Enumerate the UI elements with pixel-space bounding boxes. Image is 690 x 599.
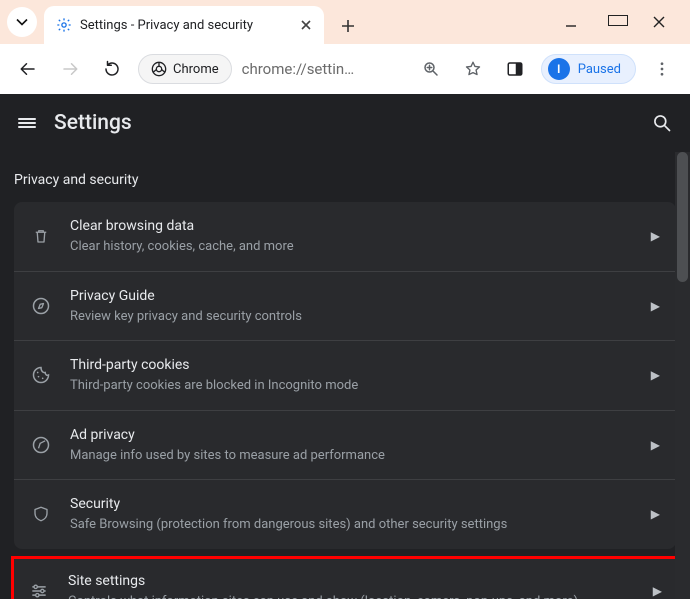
nav-back-button[interactable] <box>12 53 44 85</box>
window-minimize-button[interactable] <box>564 15 584 29</box>
bookmark-button[interactable] <box>457 53 489 85</box>
zoom-icon <box>422 60 440 78</box>
row-subtitle: Controls what information sites can use … <box>68 592 629 599</box>
row-clear-browsing-data[interactable]: Clear browsing data Clear history, cooki… <box>14 202 676 271</box>
row-site-settings-highlight: Site settings Controls what information … <box>12 557 678 599</box>
hamburger-icon <box>18 118 36 120</box>
settings-gear-icon <box>56 17 72 33</box>
window-maximize-button[interactable] <box>608 14 628 30</box>
window-close-button[interactable] <box>652 15 672 29</box>
row-ad-privacy[interactable]: Ad privacy Manage info used by sites to … <box>14 410 676 480</box>
row-site-settings[interactable]: Site settings Controls what information … <box>12 557 678 599</box>
page-scrollbar[interactable] <box>675 152 690 599</box>
settings-page: Settings Privacy and security Clear brow… <box>0 94 690 599</box>
row-subtitle: Safe Browsing (protection from dangerous… <box>70 515 627 535</box>
browser-tab[interactable]: Settings - Privacy and security <box>44 6 324 44</box>
row-security[interactable]: Security Safe Browsing (protection from … <box>14 479 676 549</box>
profile-avatar: I <box>548 58 570 80</box>
row-title: Ad privacy <box>70 425 627 446</box>
cookie-icon <box>30 365 52 385</box>
maximize-icon <box>608 15 628 26</box>
chevron-right-icon: ▶ <box>645 368 660 382</box>
browser-toolbar: Chrome chrome://settin… I Paused <box>0 44 690 94</box>
side-panel-button[interactable] <box>499 53 531 85</box>
tab-search-button[interactable] <box>0 0 44 44</box>
arrow-right-icon <box>61 60 79 78</box>
tune-icon <box>28 581 50 599</box>
chevron-right-icon: ▶ <box>645 438 660 452</box>
row-title: Third-party cookies <box>70 355 627 376</box>
chevron-right-icon: ▶ <box>647 584 662 598</box>
profile-button[interactable]: I Paused <box>541 54 636 84</box>
row-title: Security <box>70 494 627 515</box>
scrollbar-thumb[interactable] <box>677 152 688 282</box>
site-chip[interactable]: Chrome <box>138 54 232 84</box>
settings-search-button[interactable] <box>652 113 672 133</box>
row-subtitle: Third-party cookies are blocked in Incog… <box>70 376 627 396</box>
row-subtitle: Clear history, cookies, cache, and more <box>70 237 627 257</box>
settings-menu-button[interactable] <box>18 116 36 130</box>
site-chip-label: Chrome <box>173 62 219 77</box>
row-title: Site settings <box>68 571 629 592</box>
nav-forward-button[interactable] <box>54 53 86 85</box>
nav-reload-button[interactable] <box>96 53 128 85</box>
plus-icon <box>340 18 356 34</box>
side-panel-icon <box>506 60 524 78</box>
row-privacy-guide[interactable]: Privacy Guide Review key privacy and sec… <box>14 271 676 341</box>
row-subtitle: Review key privacy and security controls <box>70 307 627 327</box>
row-title: Clear browsing data <box>70 216 627 237</box>
chevron-right-icon: ▶ <box>645 229 660 243</box>
kebab-menu-icon <box>653 60 671 78</box>
arrow-left-icon <box>19 60 37 78</box>
omnibox[interactable]: chrome://settin… <box>242 60 405 78</box>
chrome-logo-icon <box>151 61 167 77</box>
tab-close-button[interactable] <box>300 19 312 31</box>
chevron-down-icon <box>16 16 28 28</box>
chevron-right-icon: ▶ <box>645 507 660 521</box>
row-third-party-cookies[interactable]: Third-party cookies Third-party cookies … <box>14 340 676 410</box>
tab-title: Settings - Privacy and security <box>80 18 253 33</box>
chevron-right-icon: ▶ <box>645 299 660 313</box>
ads-icon <box>30 435 52 455</box>
privacy-card: Clear browsing data Clear history, cooki… <box>14 202 676 549</box>
profile-status-label: Paused <box>578 62 621 77</box>
browser-titlebar: Settings - Privacy and security <box>0 0 690 44</box>
star-icon <box>464 60 482 78</box>
browser-menu-button[interactable] <box>646 53 678 85</box>
trash-icon <box>30 227 52 245</box>
row-title: Privacy Guide <box>70 286 627 307</box>
row-subtitle: Manage info used by sites to measure ad … <box>70 446 627 466</box>
section-heading: Privacy and security <box>0 152 690 202</box>
shield-icon <box>30 504 52 524</box>
search-icon <box>652 113 672 133</box>
new-tab-button[interactable] <box>330 8 366 44</box>
close-icon <box>652 15 666 29</box>
settings-header: Settings <box>0 94 690 152</box>
reload-icon <box>103 60 121 78</box>
compass-icon <box>30 296 52 316</box>
close-icon <box>300 19 312 31</box>
window-controls <box>564 0 690 44</box>
zoom-button[interactable] <box>415 53 447 85</box>
page-title: Settings <box>54 111 132 135</box>
minimize-icon <box>564 15 578 29</box>
